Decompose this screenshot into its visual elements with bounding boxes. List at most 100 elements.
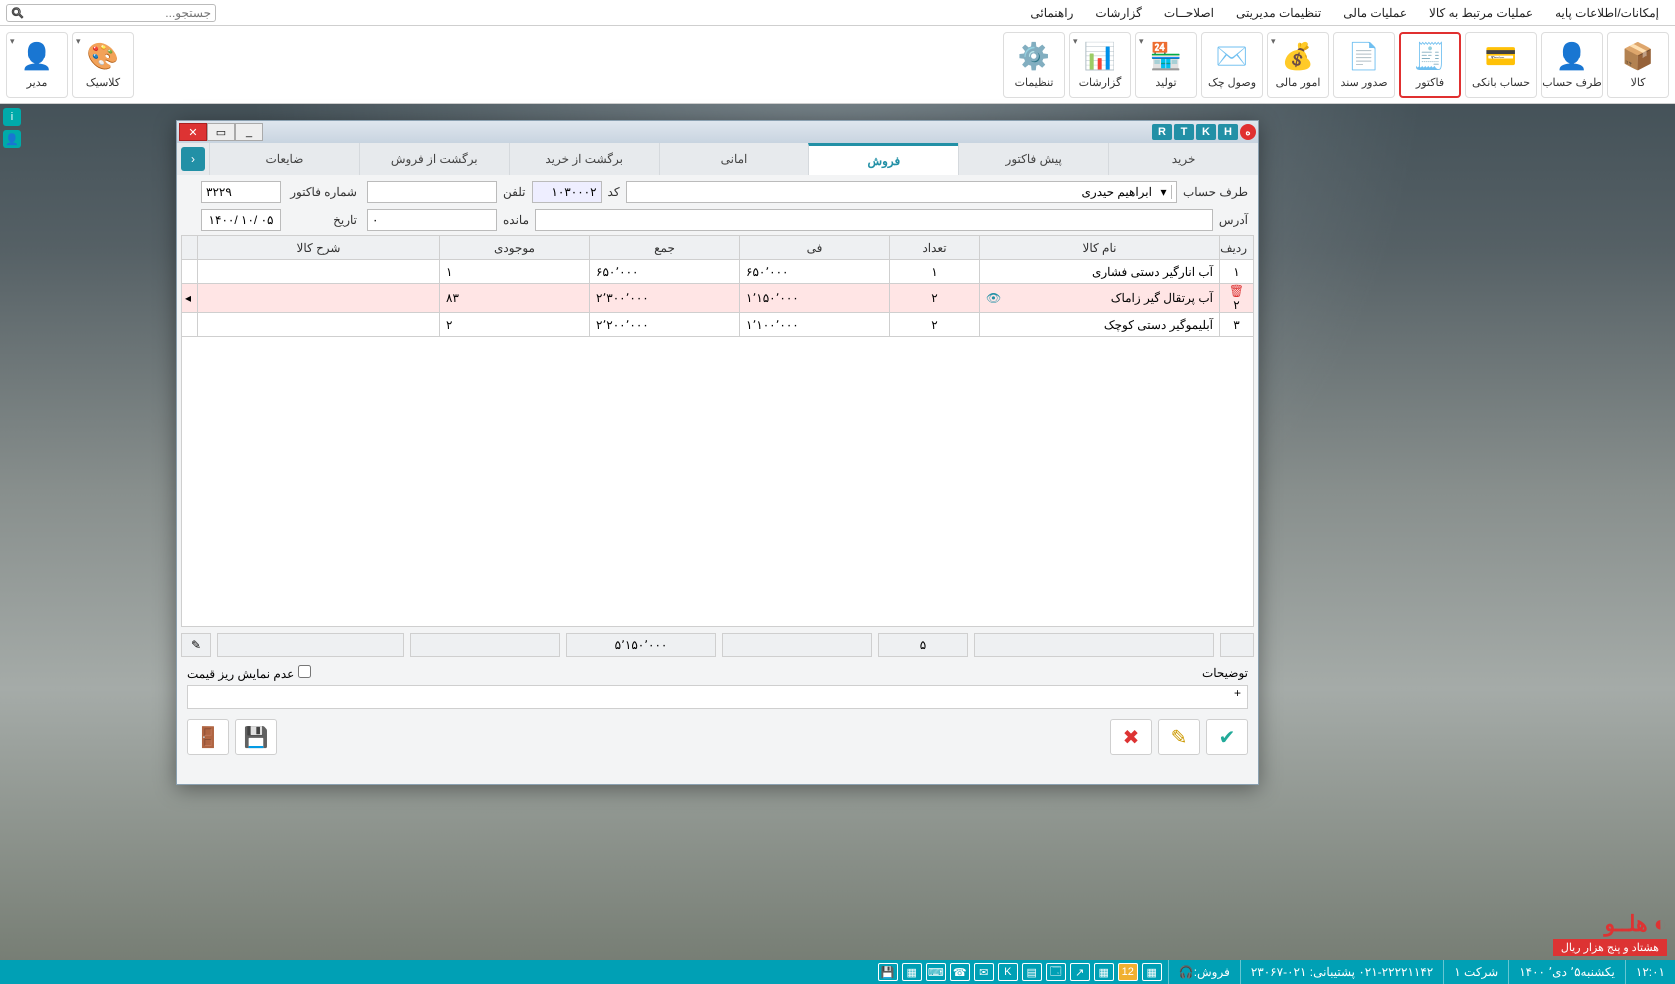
window-controls: _ ▭ ✕	[179, 123, 263, 141]
status-icon-12[interactable]: 💾	[878, 963, 898, 981]
status-icon-3[interactable]: ▦	[1094, 963, 1114, 981]
tab-waste[interactable]: ضایعات	[209, 143, 359, 175]
grid-edit-icon[interactable]: ✎	[181, 633, 211, 657]
tool-user[interactable]: ▾👤مدیر	[6, 32, 68, 98]
cell-name[interactable]: آب پرتقال گیر زاماک 👁	[980, 284, 1220, 313]
status-icon-6[interactable]: ▤	[1022, 963, 1042, 981]
status-icon-7[interactable]: K	[998, 963, 1018, 981]
hdr-stock: موجودی	[440, 236, 590, 260]
menu-help[interactable]: راهنمائی	[1020, 2, 1083, 24]
grid-empty-area[interactable]	[181, 337, 1254, 627]
edit-button[interactable]: ✎	[1158, 719, 1200, 755]
tab-sell[interactable]: فروش	[808, 143, 958, 175]
quick-h[interactable]: H	[1218, 124, 1238, 140]
confirm-button[interactable]: ✔	[1206, 719, 1248, 755]
window-close-button[interactable]: ✕	[179, 123, 207, 141]
hdr-row: ردیف	[1220, 236, 1254, 260]
cell-qty[interactable]: ۲	[890, 284, 980, 313]
menu-items: إمكانات/اطلاعات پایه عملیات مرتبط به کال…	[1020, 2, 1669, 24]
status-icon-11[interactable]: ▦	[902, 963, 922, 981]
hide-price-checkbox[interactable]	[298, 665, 311, 678]
table-row[interactable]: ۱آب انارگیر دستی فشاری۱۶۵۰٬۰۰۰۶۵۰٬۰۰۰۱	[182, 260, 1254, 284]
window-titlebar: ه H K T R _ ▭ ✕	[177, 121, 1258, 143]
menu-manage[interactable]: تنظیمات مدیریتی	[1226, 2, 1331, 24]
label-phone: تلفن	[503, 185, 526, 199]
cell-desc[interactable]	[198, 284, 440, 313]
status-icon-4[interactable]: ↗	[1070, 963, 1090, 981]
hdr-fee: فی	[740, 236, 890, 260]
search-box[interactable]	[6, 4, 216, 22]
cell-fee[interactable]: ۶۵۰٬۰۰۰	[740, 260, 890, 284]
menu-goods[interactable]: عملیات مرتبط به کالا	[1419, 2, 1543, 24]
cell-fee[interactable]: ۱٬۱۵۰٬۰۰۰	[740, 284, 890, 313]
exit-button[interactable]: 🚪	[187, 719, 229, 755]
account-input[interactable]	[631, 182, 1156, 202]
menu-finance[interactable]: عملیات مالی	[1333, 2, 1417, 24]
window-min-button[interactable]: _	[235, 123, 263, 141]
palette-icon: 🎨	[87, 41, 119, 72]
checkbox-hide-price[interactable]: عدم نمایش ریز قیمت	[187, 665, 311, 681]
quick-k[interactable]: K	[1196, 124, 1216, 140]
tool-settings[interactable]: ⚙️تنظیمات	[1003, 32, 1065, 98]
total-qty: ۵	[878, 633, 968, 657]
cell-name[interactable]: آبلیموگیر دستی کوچک	[980, 313, 1220, 337]
status-icon-1[interactable]: ▦	[1142, 963, 1162, 981]
tool-reports[interactable]: ▾📊گزارشات	[1069, 32, 1131, 98]
tool-voucher[interactable]: 📄صدور سند	[1333, 32, 1395, 98]
status-icon-5[interactable]: 🗔	[1046, 963, 1066, 981]
brand-logo: ◐ هلــو	[1553, 911, 1667, 937]
cell-name[interactable]: آب انارگیر دستی فشاری	[980, 260, 1220, 284]
brand-area: ◐ هلــو هشتاد و پنج هزار ریال	[1553, 911, 1667, 956]
hdr-qty: تعداد	[890, 236, 980, 260]
cell-qty[interactable]: ۱	[890, 260, 980, 284]
window-max-button[interactable]: ▭	[207, 123, 235, 141]
menu-reports[interactable]: گزارشات	[1085, 2, 1151, 24]
label-description: توضیحات	[1202, 666, 1248, 680]
cell-desc[interactable]	[198, 313, 440, 337]
tab-return-sell[interactable]: برگشت از فروش	[359, 143, 509, 175]
tabs-back-button[interactable]: ‹	[181, 147, 205, 171]
quick-r[interactable]: R	[1152, 124, 1172, 140]
status-icon-cal[interactable]: 12	[1118, 963, 1138, 981]
address-input[interactable]	[535, 209, 1213, 231]
chart-icon: 📊	[1084, 41, 1116, 72]
quick-t[interactable]: T	[1174, 124, 1194, 140]
tool-bank[interactable]: 💳حساب بانکی	[1465, 32, 1537, 98]
tool-theme[interactable]: ▾🎨کلاسیک	[72, 32, 134, 98]
tool-cheque[interactable]: ✉️وصول چک	[1201, 32, 1263, 98]
invoice-window: ه H K T R _ ▭ ✕ خرید پیش فاکتور فروش اما…	[176, 120, 1259, 785]
cell-desc[interactable]	[198, 260, 440, 284]
menu-base[interactable]: إمكانات/اطلاعات پایه	[1545, 2, 1669, 24]
tool-invoice[interactable]: 🧾فاکتور	[1399, 32, 1461, 98]
tab-trust[interactable]: امانی	[659, 143, 809, 175]
date-input[interactable]	[201, 209, 281, 231]
side-info-icon[interactable]: i	[3, 108, 21, 126]
tab-preinvoice[interactable]: پیش فاکتور	[958, 143, 1108, 175]
menu-corrections[interactable]: اصلاحــات	[1154, 2, 1224, 24]
table-row[interactable]: 🗑 ۲آب پرتقال گیر زاماک 👁۲۱٬۱۵۰٬۰۰۰۲٬۳۰۰٬…	[182, 284, 1254, 313]
account-combo[interactable]: ▾	[626, 181, 1177, 203]
hdr-name: نام کالا	[980, 236, 1220, 260]
code-input[interactable]	[532, 181, 602, 203]
status-icon-8[interactable]: ✉	[974, 963, 994, 981]
invoice-no-input[interactable]	[201, 181, 281, 203]
save-button[interactable]: 💾	[235, 719, 277, 755]
cancel-button[interactable]: ✖	[1110, 719, 1152, 755]
description-input[interactable]: +	[187, 685, 1248, 709]
table-row[interactable]: ۳آبلیموگیر دستی کوچک۲۱٬۱۰۰٬۰۰۰۲٬۲۰۰٬۰۰۰۲	[182, 313, 1254, 337]
tool-fin[interactable]: ▾💰امور مالی	[1267, 32, 1329, 98]
tab-buy[interactable]: خرید	[1108, 143, 1258, 175]
tool-goods[interactable]: 📦کالا	[1607, 32, 1669, 98]
side-user-icon[interactable]: 👤	[3, 130, 21, 148]
search-input[interactable]	[28, 6, 211, 20]
status-icon-9[interactable]: ☎	[950, 963, 970, 981]
cell-qty[interactable]: ۲	[890, 313, 980, 337]
tool-prod[interactable]: ▾🏪تولید	[1135, 32, 1197, 98]
main-toolbar: 📦کالا 👤طرف حساب 💳حساب بانکی 🧾فاکتور 📄صدو…	[0, 26, 1675, 104]
phone-input[interactable]	[367, 181, 497, 203]
label-account: طرف حساب	[1183, 185, 1248, 199]
tab-return-buy[interactable]: برگشت از خرید	[509, 143, 659, 175]
tool-account[interactable]: 👤طرف حساب	[1541, 32, 1603, 98]
status-icon-10[interactable]: ⌨	[926, 963, 946, 981]
cell-fee[interactable]: ۱٬۱۰۰٬۰۰۰	[740, 313, 890, 337]
